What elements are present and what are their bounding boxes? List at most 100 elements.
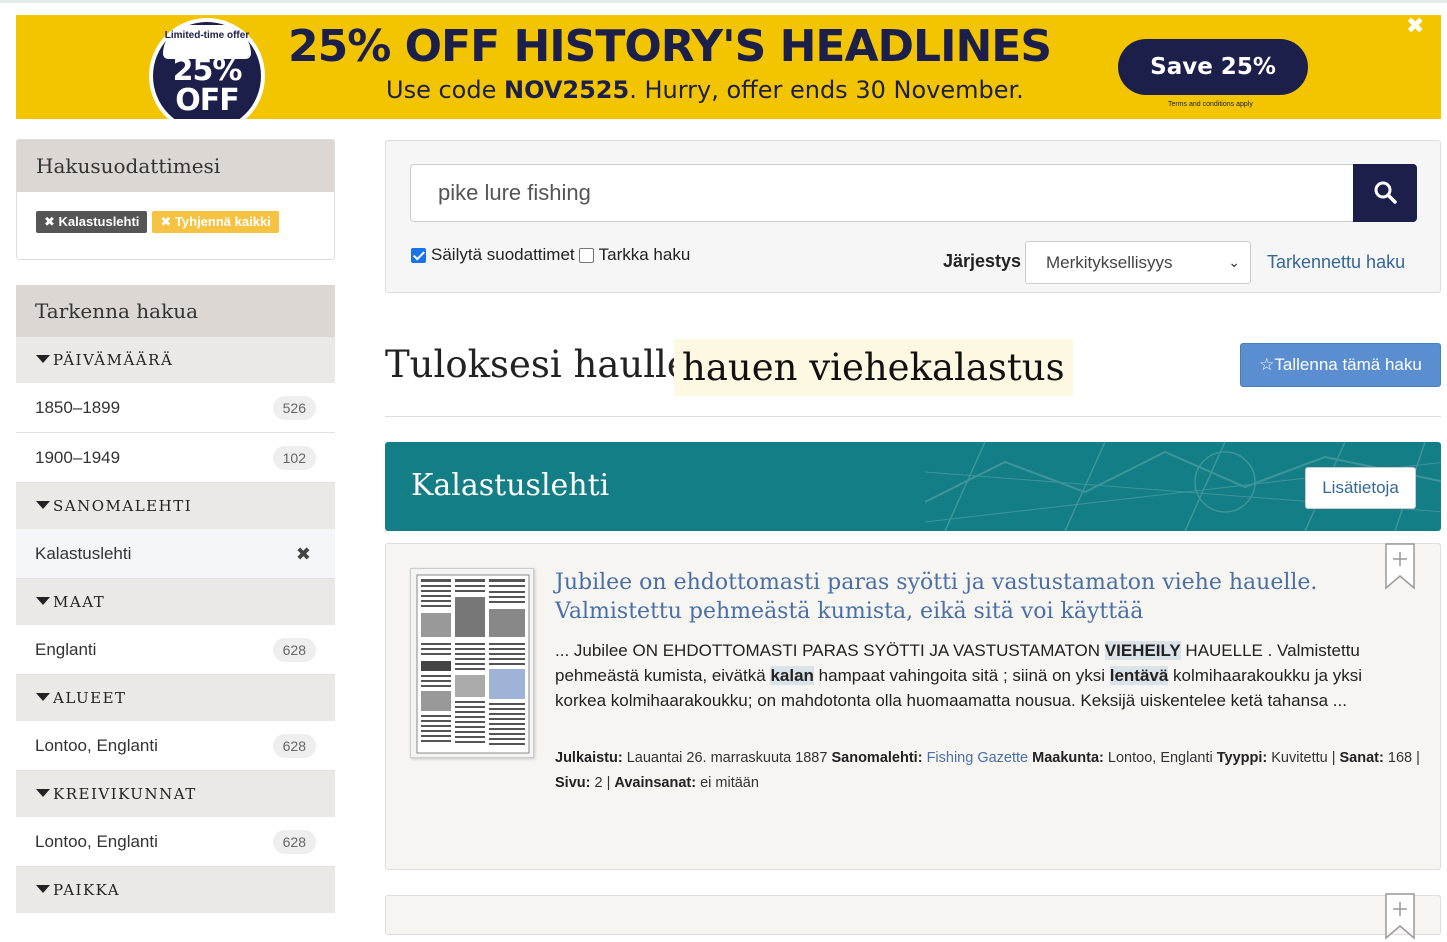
banner-sub-prefix: Use code — [386, 76, 504, 104]
facet-count: 628 — [272, 638, 316, 662]
promo-banner[interactable]: Limited-time offer 25% OFF 25% OFF HISTO… — [16, 15, 1441, 119]
meta-newspaper-link[interactable]: Fishing Gazette — [927, 750, 1029, 766]
exact-search-checkbox[interactable] — [578, 247, 594, 263]
sort-value: Merkityksellisyys — [1046, 253, 1173, 272]
meta-type: Kuvitettu — [1271, 750, 1328, 766]
meta-label: Sanomalehti: — [831, 750, 923, 766]
save-search-button[interactable]: ☆Tallenna tämä haku — [1240, 343, 1441, 387]
refine-panel: Tarkenna hakua PÄIVÄMÄÄRÄ 1850–1899 526 1… — [16, 285, 335, 925]
advanced-search-link[interactable]: Tarkennettu haku — [1267, 252, 1405, 273]
meta-label: Maakunta: — [1032, 750, 1104, 766]
facet-count: 526 — [272, 396, 316, 420]
result-metadata: Julkaistu: Lauantai 26. marraskuuta 1887… — [555, 750, 1420, 791]
facet-title: ALUEET — [53, 689, 127, 707]
refine-heading: Tarkenna hakua — [16, 285, 335, 337]
remove-icon[interactable]: ✖ — [296, 529, 311, 579]
results-title: Tuloksesi haulle: — [385, 343, 702, 386]
search-icon — [1374, 181, 1397, 204]
result-card-next — [385, 893, 1441, 940]
facet-item-region-lontoo[interactable]: Lontoo, Englanti 628 — [16, 721, 335, 771]
facet-title: MAAT — [53, 593, 106, 611]
facet-count: 102 — [272, 446, 316, 470]
more-info-button[interactable]: Lisätietoja — [1305, 467, 1416, 509]
facet-item-label: Kalastuslehti — [35, 544, 132, 563]
banner-sub-suffix: . Hurry, offer ends 30 November. — [629, 76, 1024, 104]
meta-label: Sivu: — [555, 775, 591, 791]
meta-published: Lauantai 26. marraskuuta 1887 — [626, 750, 828, 766]
facet-item-label: 1900–1949 — [35, 448, 121, 467]
facet-count: 628 — [272, 830, 316, 854]
caret-down-icon — [36, 693, 50, 701]
promo-code: NOV2525 — [503, 76, 630, 104]
clear-all-chip[interactable]: ✖ Tyhjennä kaikki — [152, 211, 279, 233]
sort-label: Järjestys — [943, 251, 1022, 271]
save-offer-button[interactable]: Save 25% — [1118, 39, 1308, 95]
newspaper-thumbnail-image — [411, 569, 533, 757]
bookmark-add-icon[interactable] — [1384, 892, 1416, 942]
facet-item-kalastuslehti[interactable]: Kalastuslehti ✖ — [16, 529, 335, 579]
meta-label: Avainsanat: — [614, 775, 697, 791]
sort-select[interactable]: Merkityksellisyys ⌄ — [1025, 241, 1251, 284]
offer-badge: Limited-time offer 25% OFF — [149, 18, 265, 119]
divider — [385, 416, 1441, 417]
newspaper-page-thumbnail[interactable] — [410, 568, 534, 758]
banner-title: 25% OFF HISTORY'S HEADLINES — [288, 21, 1052, 72]
facet-title: SANOMALEHTI — [53, 497, 193, 515]
search-button[interactable] — [1353, 164, 1417, 222]
meta-label: Julkaistu: — [555, 750, 623, 766]
facet-item-label: Englanti — [35, 640, 97, 659]
result-snippet: ... Jubilee ON EHDOTTOMASTI PARAS SYÖTTI… — [555, 638, 1405, 713]
facet-place[interactable]: PAIKKA — [16, 867, 335, 913]
facet-countries[interactable]: MAAT — [16, 579, 335, 625]
meta-county: Lontoo, Englanti — [1107, 750, 1213, 766]
facet-date[interactable]: PÄIVÄMÄÄRÄ — [16, 337, 335, 383]
meta-words: 168 — [1387, 750, 1413, 766]
caret-down-icon — [36, 355, 50, 363]
search-input[interactable]: pike lure fishing — [410, 164, 1354, 222]
chevron-down-icon: ⌄ — [1228, 254, 1240, 270]
facet-regions[interactable]: ALUEET — [16, 675, 335, 721]
facet-title: PAIKKA — [53, 881, 121, 899]
facet-newspaper[interactable]: SANOMALEHTI — [16, 483, 335, 529]
meta-page: 2 — [594, 775, 603, 791]
facet-item-1850-1899[interactable]: 1850–1899 526 — [16, 383, 335, 433]
search-panel: pike lure fishing Säilytä suodattimet Ta… — [385, 140, 1441, 293]
caret-down-icon — [36, 501, 50, 509]
facet-title: KREIVIKUNNAT — [53, 785, 197, 803]
snippet-text: ... Jubilee ON EHDOTTOMASTI PARAS SYÖTTI… — [555, 641, 1105, 660]
banner-subtitle: Use code NOV2525. Hurry, offer ends 30 N… — [386, 76, 1024, 104]
filter-chip-kalastuslehti[interactable]: ✖ Kalastuslehti — [36, 211, 148, 233]
keep-filters-option[interactable]: Säilytä suodattimet Tarkka haku — [411, 245, 690, 265]
caret-down-icon — [36, 885, 50, 893]
snippet-highlight: lentävä — [1109, 666, 1169, 685]
bookmark-add-icon[interactable] — [1384, 542, 1416, 592]
filters-heading: Hakusuodattimesi — [17, 140, 334, 192]
caret-down-icon — [36, 789, 50, 797]
snippet-highlight: kalan — [770, 666, 814, 685]
facet-item-label: 1850–1899 — [35, 398, 121, 417]
results-term: hauen viehekalastus — [674, 339, 1073, 396]
facet-item-englanti[interactable]: Englanti 628 — [16, 625, 335, 675]
newspaper-header: Kalastuslehti Lisätietoja — [385, 442, 1441, 531]
caret-down-icon — [36, 597, 50, 605]
top-accent-line — [0, 0, 1447, 3]
badge-discount: 25% OFF — [172, 53, 243, 118]
close-icon[interactable]: ✖ — [1406, 15, 1424, 39]
active-filters-panel: Hakusuodattimesi ✖ Kalastuslehti ✖ Tyhje… — [16, 139, 335, 260]
newspaper-name: Kalastuslehti — [411, 468, 610, 503]
meta-label: Tyyppi: — [1216, 750, 1268, 766]
facet-counties[interactable]: KREIVIKUNNAT — [16, 771, 335, 817]
meta-keywords: ei mitään — [700, 775, 759, 791]
facet-item-county-lontoo[interactable]: Lontoo, Englanti 628 — [16, 817, 335, 867]
facet-item-1900-1949[interactable]: 1900–1949 102 — [16, 433, 335, 483]
result-title-link[interactable]: Jubilee on ehdottomasti paras syötti ja … — [555, 568, 1375, 626]
meta-label: Sanat: — [1339, 750, 1384, 766]
keep-filters-label: Säilytä suodattimet — [431, 245, 575, 264]
facet-item-label: Lontoo, Englanti — [35, 736, 158, 755]
keep-filters-checkbox[interactable] — [411, 247, 426, 263]
facet-title: PÄIVÄMÄÄRÄ — [53, 351, 174, 369]
facet-count: 628 — [272, 734, 316, 758]
snippet-highlight: VIEHEILY — [1104, 641, 1181, 660]
result-card: Jubilee on ehdottomasti paras syötti ja … — [385, 543, 1441, 870]
snippet-text: hampaat vahingoita sitä ; siinä on yksi — [813, 666, 1110, 685]
